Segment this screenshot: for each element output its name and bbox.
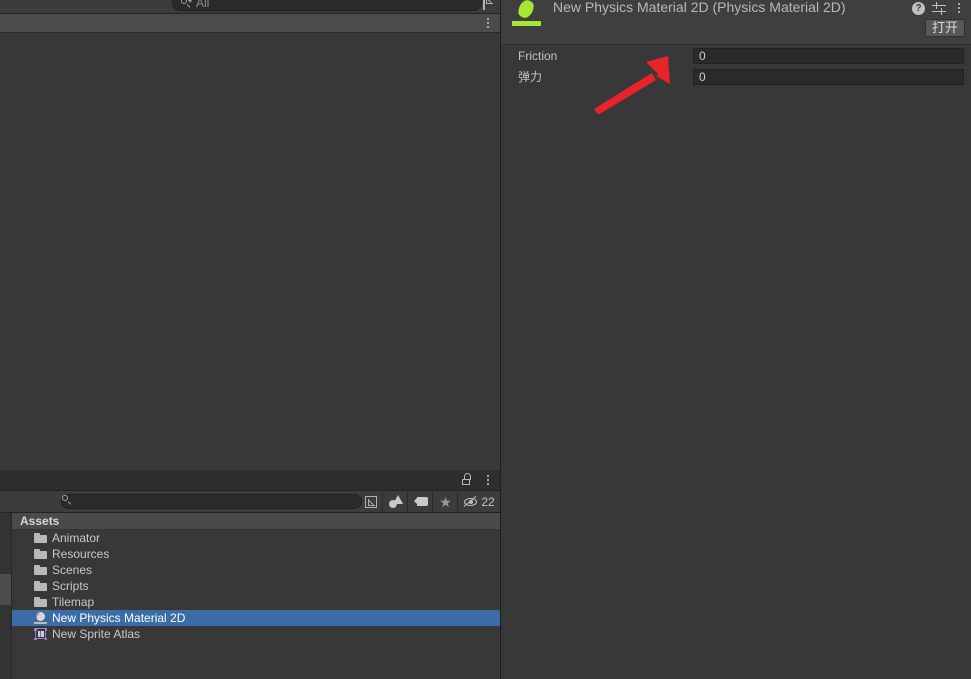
upper-panel-toolbar — [0, 14, 500, 33]
preset-settings-icon[interactable] — [932, 1, 946, 15]
object-type-icon — [388, 495, 403, 508]
bounciness-input[interactable]: 0 — [693, 68, 964, 85]
property-label: 弹力 — [518, 70, 543, 84]
inspector-header: New Physics Material 2D (Physics Materia… — [501, 0, 971, 45]
expand-search-icon[interactable] — [363, 494, 379, 510]
project-panel: ★ 22 Assets Animator Resources Scenes Sc… — [0, 470, 500, 679]
list-item[interactable]: Tilemap — [12, 594, 500, 610]
list-item-selected[interactable]: New Physics Material 2D — [12, 610, 500, 626]
open-button[interactable]: 打开 — [924, 19, 965, 37]
top-search-bar: All — [0, 0, 500, 14]
folder-icon — [34, 580, 47, 592]
search-icon — [62, 495, 78, 507]
list-item[interactable]: Scripts — [12, 578, 500, 594]
folder-icon — [34, 548, 47, 560]
upper-panel-content-area — [0, 33, 500, 471]
project-panel-tab-row — [0, 470, 500, 491]
kebab-menu-icon[interactable] — [953, 0, 965, 16]
physics-material-icon — [34, 611, 47, 624]
friction-input[interactable]: 0 — [693, 47, 964, 64]
lock-icon[interactable] — [461, 473, 474, 487]
sprite-atlas-icon — [34, 628, 47, 640]
kebab-menu-icon[interactable] — [482, 472, 494, 488]
list-item-label: Resources — [52, 547, 110, 561]
project-scrollbar-thumb[interactable] — [0, 574, 11, 605]
list-item-label: Scenes — [52, 563, 93, 577]
property-row-friction: Friction 0 — [501, 45, 971, 66]
expand-search-icon[interactable] — [483, 0, 497, 10]
list-item[interactable]: Scenes — [12, 562, 500, 578]
hidden-assets-filter-button[interactable]: 22 — [457, 492, 501, 511]
favorites-filter-button[interactable]: ★ — [432, 492, 458, 511]
search-icon — [181, 0, 192, 9]
page-title: New Physics Material 2D (Physics Materia… — [553, 0, 846, 15]
star-icon: ★ — [439, 493, 452, 510]
list-item[interactable]: Animator — [12, 530, 500, 546]
list-item-label: New Sprite Atlas — [52, 627, 141, 641]
breadcrumb[interactable]: Assets — [12, 513, 500, 530]
left-column: All ★ 22 Assets Animator Resources Scene… — [0, 0, 500, 679]
list-item[interactable]: Resources — [12, 546, 500, 562]
folder-icon — [34, 596, 47, 608]
list-item-label: Tilemap — [52, 595, 95, 609]
list-item-label: New Physics Material 2D — [52, 611, 186, 625]
label-filter-button[interactable] — [407, 492, 433, 511]
list-item-label: Scripts — [52, 579, 89, 593]
folder-icon — [34, 564, 47, 576]
inspector-panel: New Physics Material 2D (Physics Materia… — [501, 0, 971, 679]
project-toolbar: ★ 22 — [0, 491, 500, 513]
list-item-label: Animator — [52, 531, 101, 545]
project-tree-rail — [0, 513, 12, 679]
global-search-placeholder: All — [196, 0, 210, 10]
hidden-assets-count: 22 — [481, 494, 495, 509]
help-icon[interactable]: ? — [912, 1, 925, 15]
eye-off-icon — [463, 495, 479, 508]
physics-material-2d-icon — [512, 0, 542, 30]
property-row-bounciness: 弹力 0 — [501, 66, 971, 87]
asset-list: Animator Resources Scenes Scripts Tilema… — [12, 530, 500, 679]
inspector-body: Friction 0 弹力 0 — [501, 45, 971, 679]
folder-icon — [34, 532, 47, 544]
property-label: Friction — [518, 48, 558, 63]
object-type-filter-button[interactable] — [382, 492, 408, 511]
tag-icon — [413, 497, 428, 506]
global-search-input[interactable]: All — [172, 0, 482, 11]
kebab-menu-icon[interactable] — [482, 15, 494, 31]
inspector-header-icons: ? — [912, 0, 965, 16]
project-search-input[interactable] — [61, 494, 362, 509]
list-item[interactable]: New Sprite Atlas — [12, 626, 500, 642]
